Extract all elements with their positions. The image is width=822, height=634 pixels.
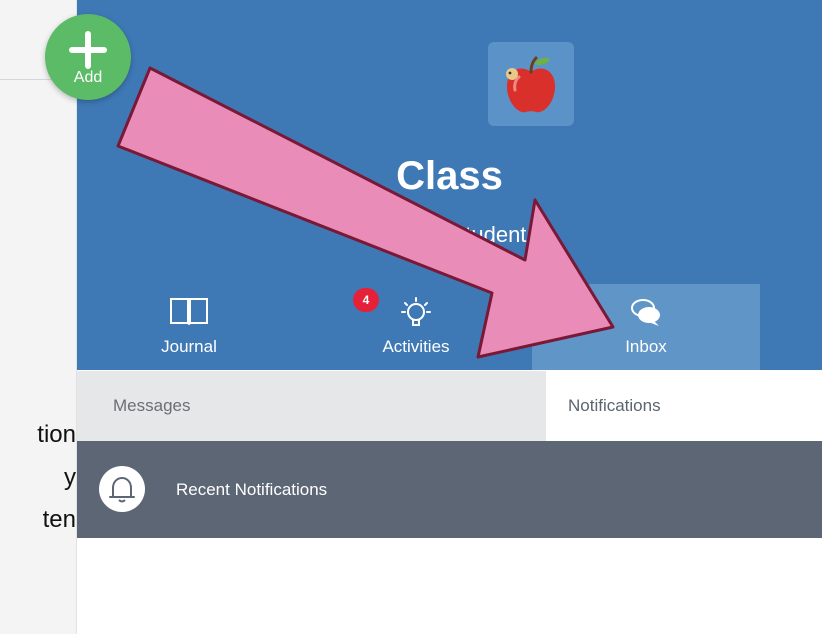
left-text-fragment-1: tion (37, 423, 76, 447)
activities-count-badge: 4 (353, 288, 379, 312)
notifications-header: Recent Notifications (77, 441, 822, 538)
bell-icon (99, 466, 145, 512)
left-text-fragment-2: y (64, 466, 76, 490)
add-button-label: Add (73, 69, 103, 86)
tab-messages[interactable]: Messages (113, 371, 190, 441)
class-avatar (488, 42, 574, 126)
nav-label-activities: Activities (382, 337, 450, 356)
main-nav: Journal Activities Inbox (77, 284, 822, 370)
plus-icon (69, 31, 107, 69)
lightbulb-icon (401, 296, 431, 335)
chat-bubbles-icon (629, 296, 663, 333)
class-title: Class (396, 154, 503, 198)
apple-icon (506, 56, 556, 113)
recent-notifications-title: Recent Notifications (176, 480, 328, 499)
nav-label-inbox: Inbox (625, 337, 667, 356)
class-subtitle: Student (450, 222, 527, 247)
add-button[interactable]: Add (45, 14, 131, 100)
nav-label-journal: Journal (161, 337, 217, 356)
left-panel (0, 0, 76, 634)
tab-notifications[interactable]: Notifications (546, 371, 822, 441)
book-icon (168, 296, 210, 331)
nav-tab-inbox[interactable]: Inbox (532, 284, 760, 370)
inbox-subtabs: Messages Notifications (77, 371, 822, 441)
nav-tab-journal[interactable]: Journal (115, 284, 263, 370)
left-text-fragment-3: ten (42, 508, 76, 532)
